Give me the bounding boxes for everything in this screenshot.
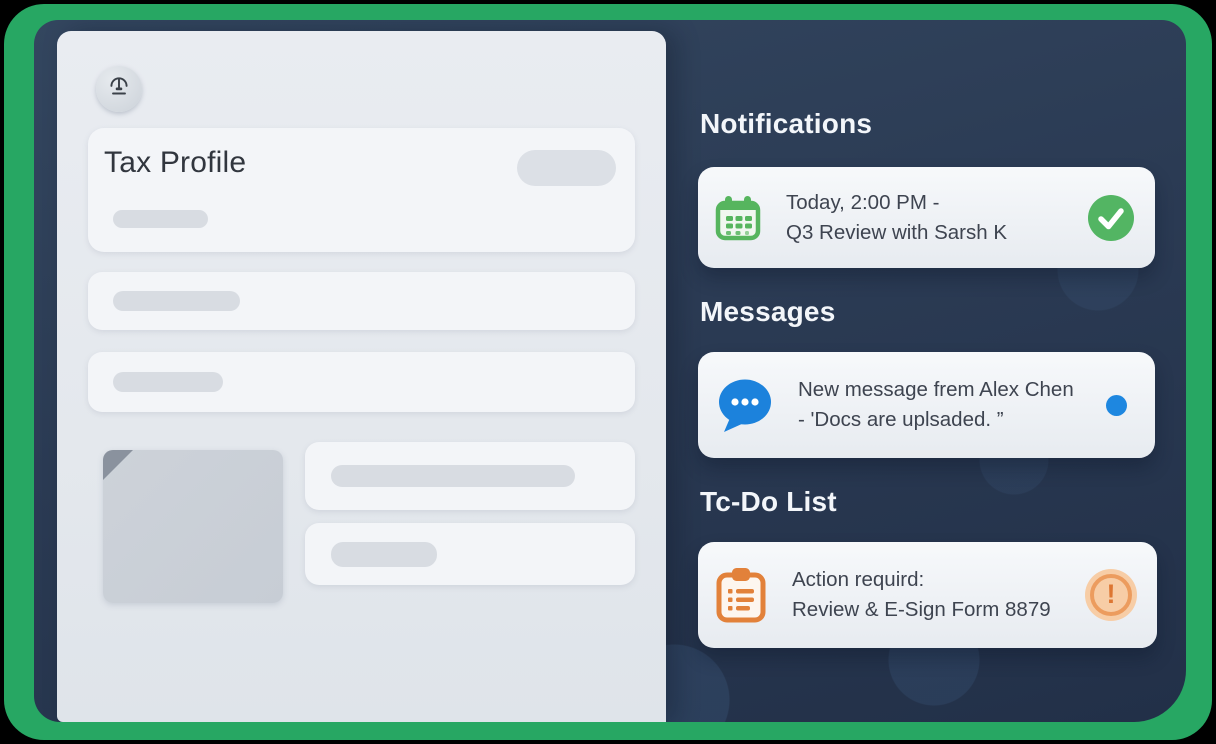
skeleton-row — [88, 352, 635, 412]
clipboard-icon — [714, 566, 768, 624]
message-line-2: - 'Docs are uplsaded. ” — [798, 405, 1082, 435]
pill-button-placeholder[interactable] — [517, 150, 616, 186]
app-window: Tax Profile Notifications — [34, 20, 1186, 722]
todo-line-2: Review & E-Sign Form 8879 — [792, 595, 1061, 625]
text-placeholder-bar — [113, 291, 240, 311]
tax-profile-panel: Tax Profile — [57, 31, 666, 722]
text-placeholder-bar — [331, 465, 575, 487]
text-placeholder-bar — [113, 372, 223, 392]
notification-line-2: Q3 Review with Sarsh K — [786, 218, 1063, 248]
tax-profile-card: Tax Profile — [88, 128, 635, 252]
alert-icon: ! — [1085, 569, 1137, 621]
todo-line-1: Action requird: — [792, 565, 1061, 595]
todo-heading: Tc-Do List — [700, 486, 837, 518]
notification-text: Today, 2:00 PM - Q3 Review with Sarsh K — [786, 188, 1063, 248]
skeleton-row — [88, 272, 635, 330]
alert-glyph: ! — [1107, 579, 1116, 610]
document-thumbnail[interactable] — [103, 450, 283, 603]
notification-item[interactable]: Today, 2:00 PM - Q3 Review with Sarsh K — [698, 167, 1155, 268]
page-title: Tax Profile — [104, 146, 246, 180]
notification-line-1: Today, 2:00 PM - — [786, 188, 1063, 218]
page-fold-corner — [103, 450, 133, 480]
text-placeholder-bar — [113, 210, 208, 228]
message-line-1: New message frem Alex Chen — [798, 375, 1082, 405]
chat-bubble-icon — [714, 376, 774, 434]
skeleton-row — [305, 442, 635, 510]
todo-text: Action requird: Review & E-Sign Form 887… — [792, 565, 1061, 625]
unread-dot — [1106, 395, 1135, 416]
stamp-icon — [106, 74, 132, 105]
skeleton-row — [305, 523, 635, 585]
message-text: New message frem Alex Chen - 'Docs are u… — [798, 375, 1082, 435]
message-item[interactable]: New message frem Alex Chen - 'Docs are u… — [698, 352, 1155, 458]
calendar-icon — [714, 194, 762, 242]
check-icon — [1087, 194, 1135, 242]
text-placeholder-bar — [331, 542, 437, 567]
notifications-heading: Notifications — [700, 108, 872, 140]
todo-item[interactable]: Action requird: Review & E-Sign Form 887… — [698, 542, 1157, 648]
profile-badge-button[interactable] — [96, 66, 142, 112]
messages-heading: Messages — [700, 296, 835, 328]
